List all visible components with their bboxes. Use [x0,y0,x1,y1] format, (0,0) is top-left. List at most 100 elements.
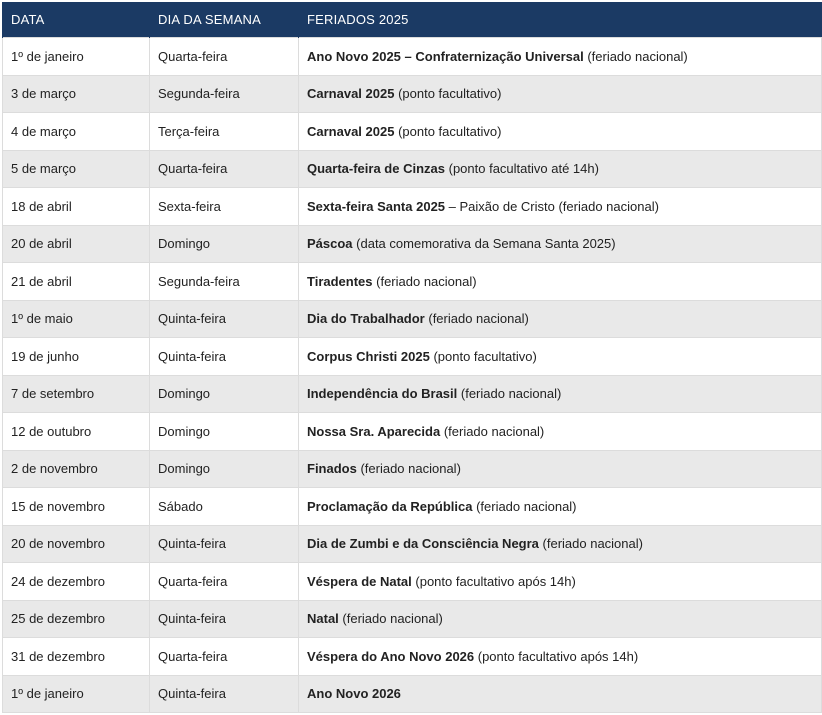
date-cell: 15 de novembro [2,487,150,526]
table-row: 7 de setembro Domingo Independência do Bra… [2,374,822,413]
holiday-note: (ponto facultativo) [394,123,502,139]
weekday-cell: Domingo [149,449,299,488]
holiday-cell: Páscoa (data comemorativa da Semana Sant… [298,224,822,263]
date-cell: 2 de novembro [2,449,150,488]
holiday-name: Sexta-feira Santa 2025 [307,198,446,214]
holiday-cell: Carnaval 2025 (ponto facultativo) [298,74,822,113]
header-date: DATA [2,2,150,38]
holiday-cell: Véspera de Natal (ponto facultativo após… [298,562,822,601]
holiday-note: (feriado nacional) [338,611,443,627]
weekday-cell: Sábado [149,487,299,526]
holiday-name: Véspera de Natal [307,573,412,589]
header-weekday: DIA DA SEMANA [149,2,299,38]
table-row: 1º de maio Quinta-feira Dia do Trabalhador… [2,299,822,338]
date-cell: 4 de março [2,112,150,151]
table-row: 4 de março Terça-feira Carnaval 2025 (pont… [2,112,822,151]
holiday-name: Dia de Zumbi e da Consciência Negra [307,536,539,552]
holiday-name: Natal [307,611,339,627]
weekday-cell: Sexta-feira [149,187,299,226]
holiday-cell: Ano Novo 2026 [298,674,822,713]
table-row: 20 de abril Domingo Páscoa (data comemorat… [2,224,822,263]
table-row: 1º de janeiro Quinta-feira Ano Novo 2026 [2,674,822,713]
weekday-cell: Quinta-feira [149,674,299,713]
weekday-cell: Segunda-feira [149,74,299,113]
holiday-cell: Sexta-feira Santa 2025 – Paixão de Crist… [298,187,822,226]
weekday-cell: Segunda-feira [149,262,299,301]
holiday-cell: Finados (feriado nacional) [298,449,822,488]
table-row: 24 de dezembro Quarta-feira Véspera de Nat… [2,562,822,601]
date-cell: 7 de setembro [2,374,150,413]
holiday-name: Ano Novo 2025 – Confraternização Univers… [307,48,584,64]
weekday-cell: Quarta-feira [149,149,299,188]
date-cell: 5 de março [2,149,150,188]
weekday-cell: Domingo [149,374,299,413]
date-cell: 19 de junho [2,337,150,376]
weekday-cell: Domingo [149,412,299,451]
date-cell: 24 de dezembro [2,562,150,601]
date-cell: 1º de janeiro [2,674,150,713]
weekday-cell: Quarta-feira [149,637,299,676]
table-header: DATA DIA DA SEMANA FERIADOS 2025 [2,2,822,38]
table-row: 12 de outubro Domingo Nossa Sra. Aparecida… [2,412,822,451]
date-cell: 12 de outubro [2,412,150,451]
table-row: 25 de dezembro Quinta-feira Natal (feriado… [2,599,822,638]
holiday-name: Independência do Brasil [307,386,458,402]
holiday-name: Nossa Sra. Aparecida [307,423,441,439]
weekday-cell: Domingo [149,224,299,263]
table-body: 1º de janeiro Quarta-feira Ano Novo 2025 –… [2,37,822,713]
holiday-name: Corpus Christi 2025 [307,348,430,364]
holiday-note: (feriado nacional) [583,48,688,64]
holiday-name: Dia do Trabalhador [307,311,425,327]
holiday-cell: Véspera do Ano Novo 2026 (ponto facultat… [298,637,822,676]
weekday-cell: Quarta-feira [149,562,299,601]
holiday-cell: Carnaval 2025 (ponto facultativo) [298,112,822,151]
holidays-table: DATA DIA DA SEMANA FERIADOS 2025 1º de j… [2,2,822,713]
holiday-note: (ponto facultativo) [429,348,537,364]
date-cell: 20 de abril [2,224,150,263]
date-cell: 31 de dezembro [2,637,150,676]
holiday-note: (ponto facultativo até 14h) [445,161,599,177]
holidays-table-container: DATA DIA DA SEMANA FERIADOS 2025 1º de j… [2,2,822,713]
date-cell: 25 de dezembro [2,599,150,638]
holiday-name: Ano Novo 2026 [307,686,401,702]
holiday-note: (feriado nacional) [424,311,529,327]
holiday-note: (feriado nacional) [372,273,477,289]
table-row: 19 de junho Quinta-feira Corpus Christi 20… [2,337,822,376]
holiday-note: (feriado nacional) [440,423,545,439]
header-holiday: FERIADOS 2025 [298,2,822,38]
holiday-cell: Corpus Christi 2025 (ponto facultativo) [298,337,822,376]
table-row: 21 de abril Segunda-feira Tiradentes (feri… [2,262,822,301]
weekday-cell: Quinta-feira [149,599,299,638]
table-row: 15 de novembro Sábado Proclamação da Repúb… [2,487,822,526]
holiday-note: – Paixão de Cristo (feriado nacional) [445,198,659,214]
holiday-name: Carnaval 2025 [307,86,395,102]
weekday-cell: Quinta-feira [149,299,299,338]
holiday-cell: Tiradentes (feriado nacional) [298,262,822,301]
table-row: 2 de novembro Domingo Finados (feriado nac… [2,449,822,488]
date-cell: 20 de novembro [2,524,150,563]
date-cell: 21 de abril [2,262,150,301]
table-row: 5 de março Quarta-feira Quarta-feira de Ci… [2,149,822,188]
date-cell: 1º de maio [2,299,150,338]
holiday-name: Carnaval 2025 [307,123,395,139]
header-row: DATA DIA DA SEMANA FERIADOS 2025 [2,2,822,38]
date-cell: 3 de março [2,74,150,113]
holiday-note: (feriado nacional) [356,461,461,477]
holiday-name: Tiradentes [307,273,373,289]
holiday-cell: Independência do Brasil (feriado naciona… [298,374,822,413]
holiday-note: (ponto facultativo) [394,86,502,102]
weekday-cell: Terça-feira [149,112,299,151]
holiday-cell: Dia do Trabalhador (feriado nacional) [298,299,822,338]
holiday-note: (data comemorativa da Semana Santa 2025) [352,236,616,252]
holiday-note: (feriado nacional) [472,498,577,514]
holiday-note: (feriado nacional) [457,386,562,402]
holiday-name: Páscoa [307,236,353,252]
table-row: 3 de março Segunda-feira Carnaval 2025 (po… [2,74,822,113]
holiday-note: (ponto facultativo após 14h) [411,573,576,589]
holiday-cell: Natal (feriado nacional) [298,599,822,638]
table-row: 1º de janeiro Quarta-feira Ano Novo 2025 –… [2,37,822,76]
weekday-cell: Quinta-feira [149,524,299,563]
holiday-cell: Quarta-feira de Cinzas (ponto facultativ… [298,149,822,188]
holiday-cell: Proclamação da República (feriado nacion… [298,487,822,526]
date-cell: 1º de janeiro [2,37,150,76]
